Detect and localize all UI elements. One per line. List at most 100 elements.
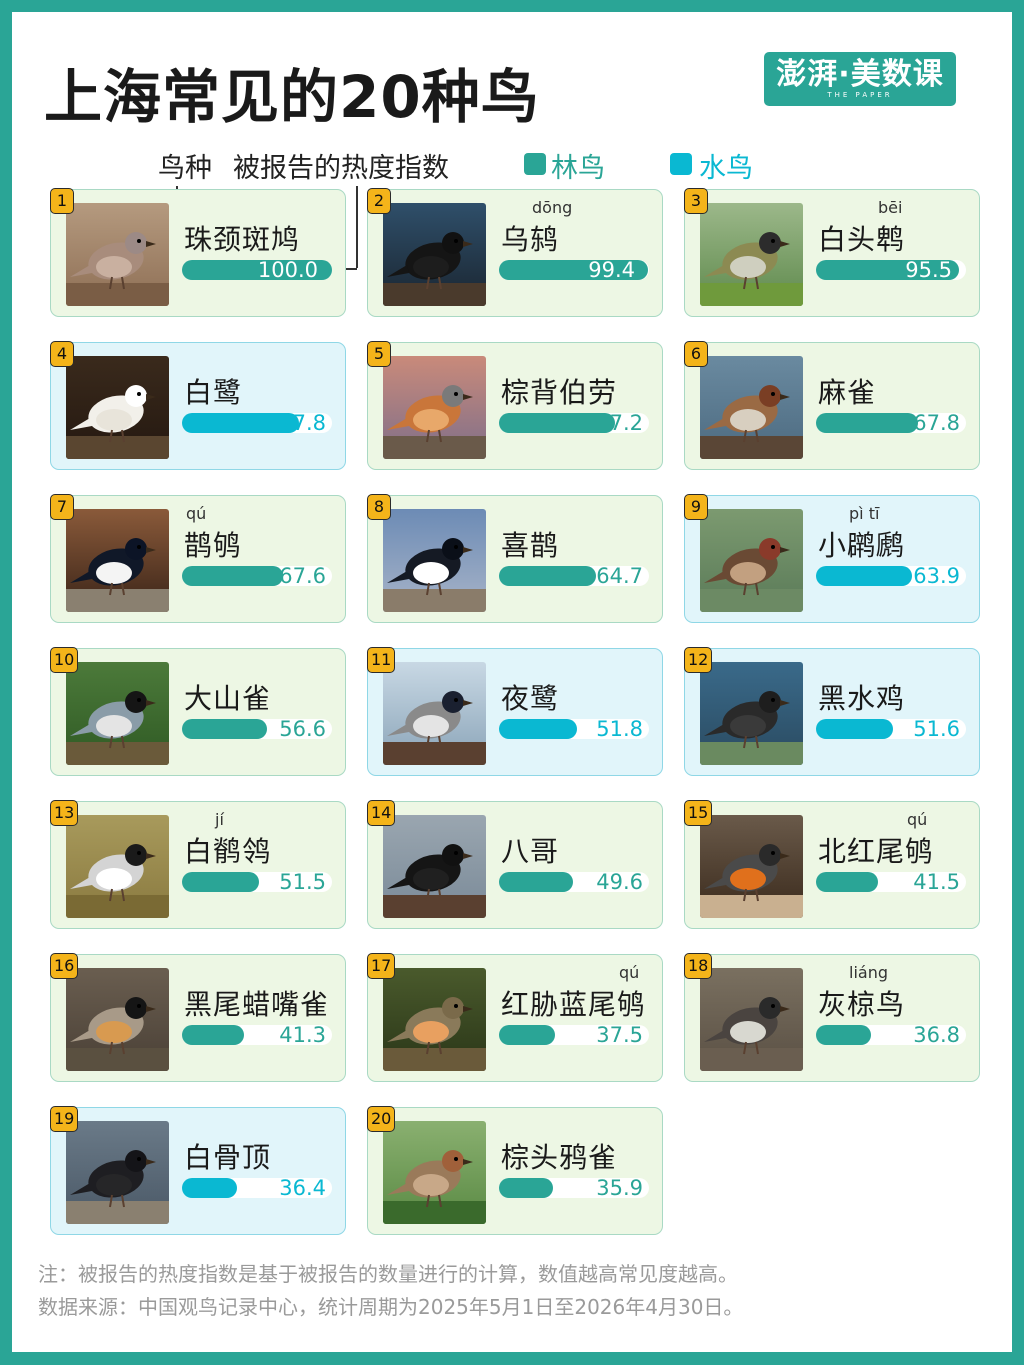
bird-card: 4 白鹭 77.8 bbox=[50, 341, 346, 470]
bar-fill bbox=[816, 872, 879, 892]
rank-badge: 2 bbox=[367, 188, 391, 214]
value-label: 77.8 bbox=[279, 411, 326, 435]
rank-badge: 15 bbox=[684, 800, 713, 826]
pinyin-label: bēi bbox=[878, 198, 903, 217]
legend-water-swatch bbox=[670, 153, 692, 175]
bar-fill bbox=[816, 566, 912, 586]
bird-name: 珠颈斑鸠 bbox=[184, 223, 301, 256]
bar-track: 7.2 bbox=[499, 411, 649, 435]
rank-badge: 12 bbox=[684, 647, 713, 673]
bird-card: 2 dōng 乌鸫 99.4 bbox=[367, 188, 663, 317]
bird-card: 9 pì tī 小䴙䴘 63.9 bbox=[684, 494, 980, 623]
legend-water-label: 水鸟 bbox=[699, 153, 753, 184]
bar-fill bbox=[499, 1178, 553, 1198]
value-label: 51.6 bbox=[913, 717, 960, 741]
pinyin-label: qú bbox=[619, 963, 640, 982]
bird-card: 19 白骨顶 36.4 bbox=[50, 1106, 346, 1235]
bar-track: 51.8 bbox=[499, 717, 649, 741]
grebe-photo bbox=[700, 509, 803, 612]
bar-fill bbox=[499, 1025, 556, 1045]
value-label: 37.5 bbox=[596, 1023, 643, 1047]
rank-badge: 13 bbox=[50, 800, 79, 826]
night-heron-photo bbox=[383, 662, 486, 765]
rank-badge: 1 bbox=[50, 188, 74, 214]
value-label: 51.8 bbox=[596, 717, 643, 741]
bar-track: 67.8 bbox=[816, 411, 966, 435]
rank-badge: 16 bbox=[50, 953, 79, 979]
bird-card: 18 liáng 灰椋鸟 36.8 bbox=[684, 953, 980, 1082]
legend-forest-swatch bbox=[524, 153, 546, 175]
bar-track: 99.4 bbox=[499, 258, 649, 282]
brand-sub: THE PAPER bbox=[827, 91, 893, 99]
starling-photo bbox=[700, 968, 803, 1071]
spotted-dove-photo bbox=[66, 203, 169, 306]
footnote: 注：被报告的热度指数是基于被报告的数量进行的计算，数值越高常见度越高。 bbox=[38, 1262, 738, 1286]
parrotbill-photo bbox=[383, 1121, 486, 1224]
bird-name: 乌鸫 bbox=[501, 223, 560, 256]
bar-track: 41.5 bbox=[816, 870, 966, 894]
rank-badge: 9 bbox=[684, 494, 708, 520]
value-label: 67.8 bbox=[913, 411, 960, 435]
bird-name: 黑水鸡 bbox=[818, 682, 906, 715]
bird-name: 红胁蓝尾鸲 bbox=[501, 988, 647, 1021]
magpie-robin-photo bbox=[66, 509, 169, 612]
grosbeak-photo bbox=[66, 968, 169, 1071]
rank-badge: 20 bbox=[367, 1106, 396, 1132]
rank-badge: 10 bbox=[50, 647, 79, 673]
pinyin-label: liáng bbox=[849, 963, 888, 982]
bar-track: 35.9 bbox=[499, 1176, 649, 1200]
bird-name: 棕头鸦雀 bbox=[501, 1141, 618, 1174]
value-label: 64.7 bbox=[596, 564, 643, 588]
myna-photo bbox=[383, 815, 486, 918]
bulbul-photo bbox=[700, 203, 803, 306]
pinyin-label: jí bbox=[215, 810, 224, 829]
rank-badge: 6 bbox=[684, 341, 708, 367]
bird-name: 麻雀 bbox=[818, 376, 877, 409]
value-label: 41.5 bbox=[913, 870, 960, 894]
bar-fill bbox=[499, 719, 577, 739]
bar-fill bbox=[182, 1178, 237, 1198]
brand-name: 澎湃·美数课 bbox=[776, 57, 944, 92]
bar-fill bbox=[499, 413, 615, 433]
rank-badge: 17 bbox=[367, 953, 396, 979]
bar-track: 64.7 bbox=[499, 564, 649, 588]
value-label: 51.5 bbox=[279, 870, 326, 894]
bird-card: 7 qú 鹊鸲 67.6 bbox=[50, 494, 346, 623]
rank-badge: 14 bbox=[367, 800, 396, 826]
sparrow-photo bbox=[700, 356, 803, 459]
bar-fill bbox=[182, 872, 260, 892]
bird-name: 棕背伯劳 bbox=[501, 376, 618, 409]
bar-track: 100.0 bbox=[182, 258, 332, 282]
bar-fill bbox=[182, 566, 284, 586]
bird-card: 16 黑尾蜡嘴雀 41.3 bbox=[50, 953, 346, 1082]
rank-badge: 11 bbox=[367, 647, 396, 673]
rank-badge: 8 bbox=[367, 494, 391, 520]
rank-badge: 18 bbox=[684, 953, 713, 979]
value-label: 7.2 bbox=[609, 411, 643, 435]
bird-card: 13 jí 白鹡鸰 51.5 bbox=[50, 800, 346, 929]
blackbird-photo bbox=[383, 203, 486, 306]
bird-card: 6 麻雀 67.8 bbox=[684, 341, 980, 470]
great-tit-photo bbox=[66, 662, 169, 765]
bird-card: 15 qú 北红尾鸲 41.5 bbox=[684, 800, 980, 929]
bird-card: 10 大山雀 56.6 bbox=[50, 647, 346, 776]
bird-name: 黑尾蜡嘴雀 bbox=[184, 988, 330, 1021]
bird-card: 1 珠颈斑鸠 100.0 bbox=[50, 188, 346, 317]
bird-name: 白骨顶 bbox=[184, 1141, 272, 1174]
wagtail-photo bbox=[66, 815, 169, 918]
rank-badge: 7 bbox=[50, 494, 74, 520]
value-label: 36.4 bbox=[279, 1176, 326, 1200]
bar-fill bbox=[499, 566, 597, 586]
coot-photo bbox=[66, 1121, 169, 1224]
bird-name: 夜鹭 bbox=[501, 682, 560, 715]
bar-track: 95.5 bbox=[816, 258, 966, 282]
bird-name: 白头鹎 bbox=[818, 223, 906, 256]
value-label: 63.9 bbox=[913, 564, 960, 588]
bird-card: 5 棕背伯劳 7.2 bbox=[367, 341, 663, 470]
bird-card: 14 八哥 49.6 bbox=[367, 800, 663, 929]
bird-name: 小䴙䴘 bbox=[818, 529, 906, 562]
rank-badge: 4 bbox=[50, 341, 74, 367]
magpie-photo bbox=[383, 509, 486, 612]
bird-name: 八哥 bbox=[501, 835, 560, 868]
bar-fill bbox=[182, 719, 267, 739]
